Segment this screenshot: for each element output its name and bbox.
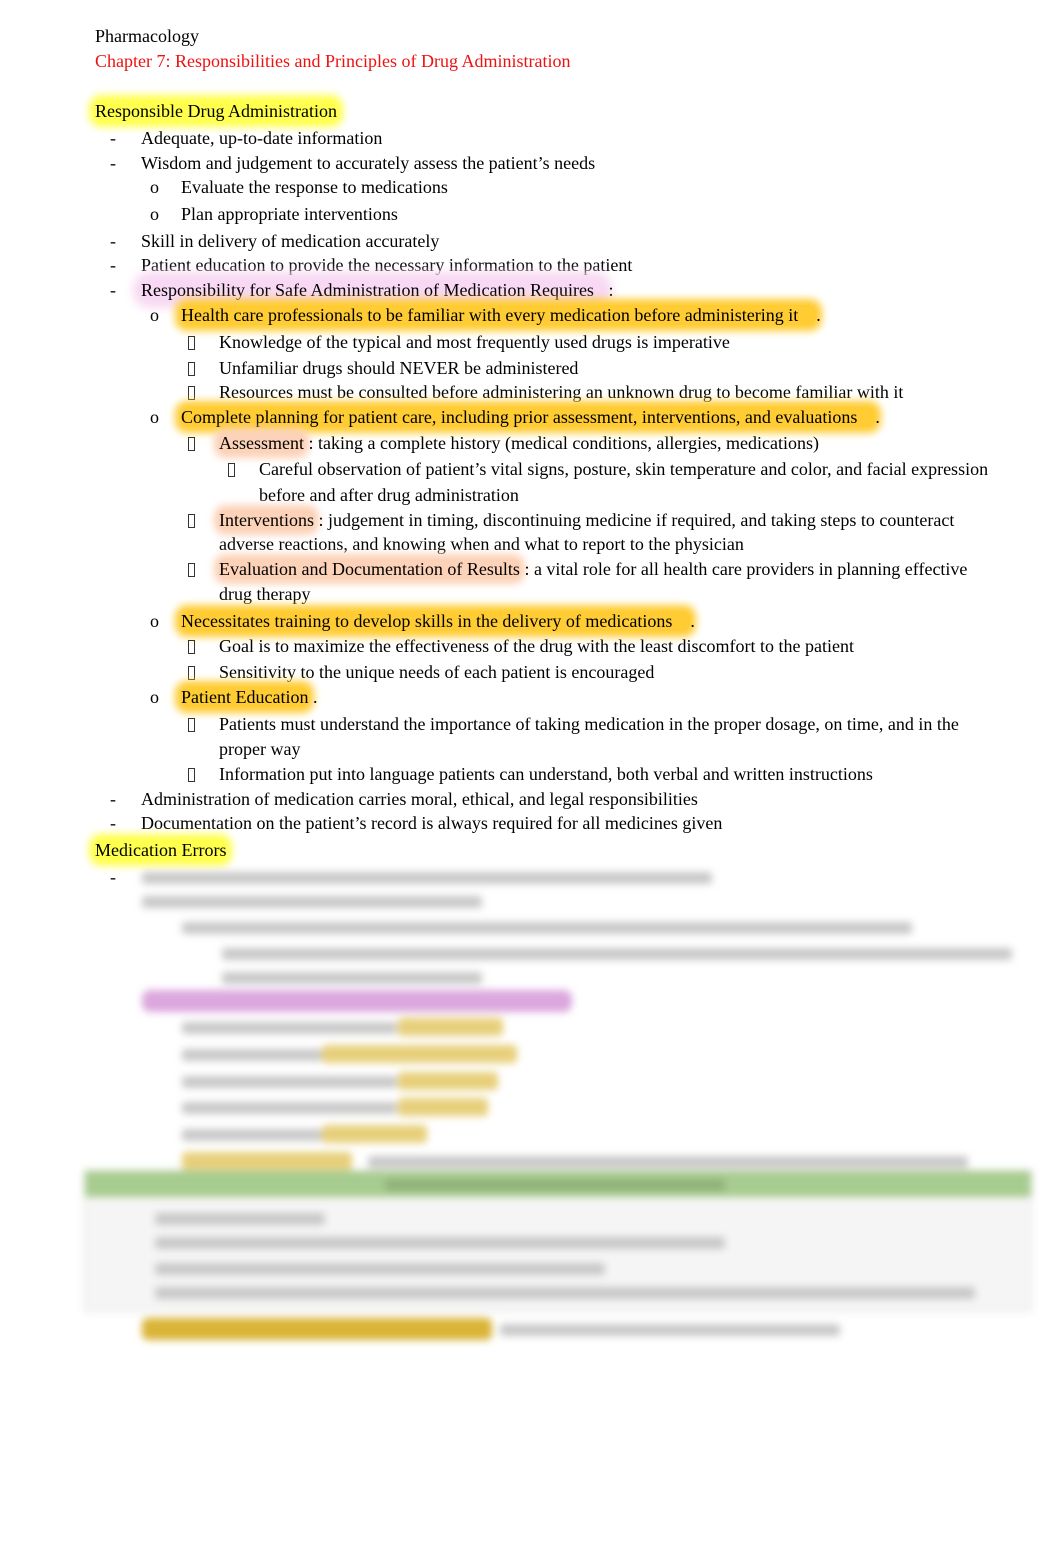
box-bullet-icon xyxy=(188,509,208,533)
box-bullet-icon xyxy=(188,558,208,582)
sub-item: Interventions : judgement in timing, dis… xyxy=(188,509,954,531)
circle-marker: o xyxy=(150,687,159,707)
circle-marker: o xyxy=(150,204,159,224)
circle-marker: o xyxy=(150,305,159,325)
list-item: - Adequate, up-to-date information xyxy=(110,128,383,148)
sub-item: Knowledge of the typical and most freque… xyxy=(188,331,730,353)
box-bullet-icon xyxy=(188,713,208,737)
list-item: - Responsibility for Safe Administration… xyxy=(110,280,614,300)
list-item: - Wisdom and judgement to accurately ass… xyxy=(110,153,596,173)
sub-item: Patients must understand the importance … xyxy=(188,713,959,735)
dash-marker: - xyxy=(110,231,116,251)
sub-item: Unfamiliar drugs should NEVER be adminis… xyxy=(188,357,578,379)
chapter-title: Chapter 7: Responsibilities and Principl… xyxy=(95,51,571,71)
sub-item: Assessment : taking a complete history (… xyxy=(188,432,819,454)
circle-marker: o xyxy=(150,611,159,631)
sub-item: Evaluation and Documentation of Results … xyxy=(188,558,967,580)
sub-item-cont: drug therapy xyxy=(219,584,311,604)
sub-item: Information put into language patients c… xyxy=(188,763,873,785)
section-heading-responsible: Responsible Drug Administration xyxy=(95,100,337,122)
dash-marker: - xyxy=(110,813,116,833)
dash-marker: - xyxy=(110,153,116,173)
sub-item-cont: proper way xyxy=(219,739,301,759)
sub-item-cont: adverse reactions, and knowing when and … xyxy=(219,534,744,554)
box-bullet-icon xyxy=(228,458,248,482)
requirement-item: o Necessitates training to develop skill… xyxy=(150,611,695,631)
dash-marker: - xyxy=(110,789,116,809)
box-bullet-icon xyxy=(188,331,208,355)
list-item: - Documentation on the patient’s record … xyxy=(110,813,723,833)
dash-marker: - xyxy=(110,255,116,275)
course-title: Pharmacology xyxy=(95,26,199,46)
requirement-item: o Complete planning for patient care, in… xyxy=(150,407,880,427)
box-bullet-icon xyxy=(188,381,208,405)
sub-item: Sensitivity to the unique needs of each … xyxy=(188,661,654,683)
box-bullet-icon xyxy=(188,661,208,685)
circle-marker: o xyxy=(150,177,159,197)
list-item: - Patient education to provide the neces… xyxy=(110,255,633,275)
list-item: - Skill in delivery of medication accura… xyxy=(110,231,440,251)
list-item: - Administration of medication carries m… xyxy=(110,789,698,809)
sub-item: Resources must be consulted before admin… xyxy=(188,381,903,403)
section-heading-errors: Medication Errors xyxy=(95,839,227,861)
box-bullet-icon xyxy=(188,357,208,381)
sub-item: Goal is to maximize the effectiveness of… xyxy=(188,635,854,657)
dash-marker: - xyxy=(110,280,116,300)
requirement-item: o Health care professionals to be famili… xyxy=(150,305,821,325)
heading-text: Medication Errors xyxy=(95,840,227,860)
circle-marker: o xyxy=(150,407,159,427)
box-bullet-icon xyxy=(188,432,208,456)
list-item: o Plan appropriate interventions xyxy=(150,204,398,224)
heading-text: Responsible Drug Administration xyxy=(95,101,337,121)
sub-sub-item: Careful observation of patient’s vital s… xyxy=(228,458,988,480)
box-bullet-icon xyxy=(188,635,208,659)
sub-sub-item-cont: before and after drug administration xyxy=(259,485,519,505)
requirement-item: o Patient Education . xyxy=(150,687,318,707)
blurred-preview xyxy=(0,862,1062,1362)
list-item: o Evaluate the response to medications xyxy=(150,177,448,197)
box-bullet-icon xyxy=(188,763,208,787)
dash-marker: - xyxy=(110,128,116,148)
